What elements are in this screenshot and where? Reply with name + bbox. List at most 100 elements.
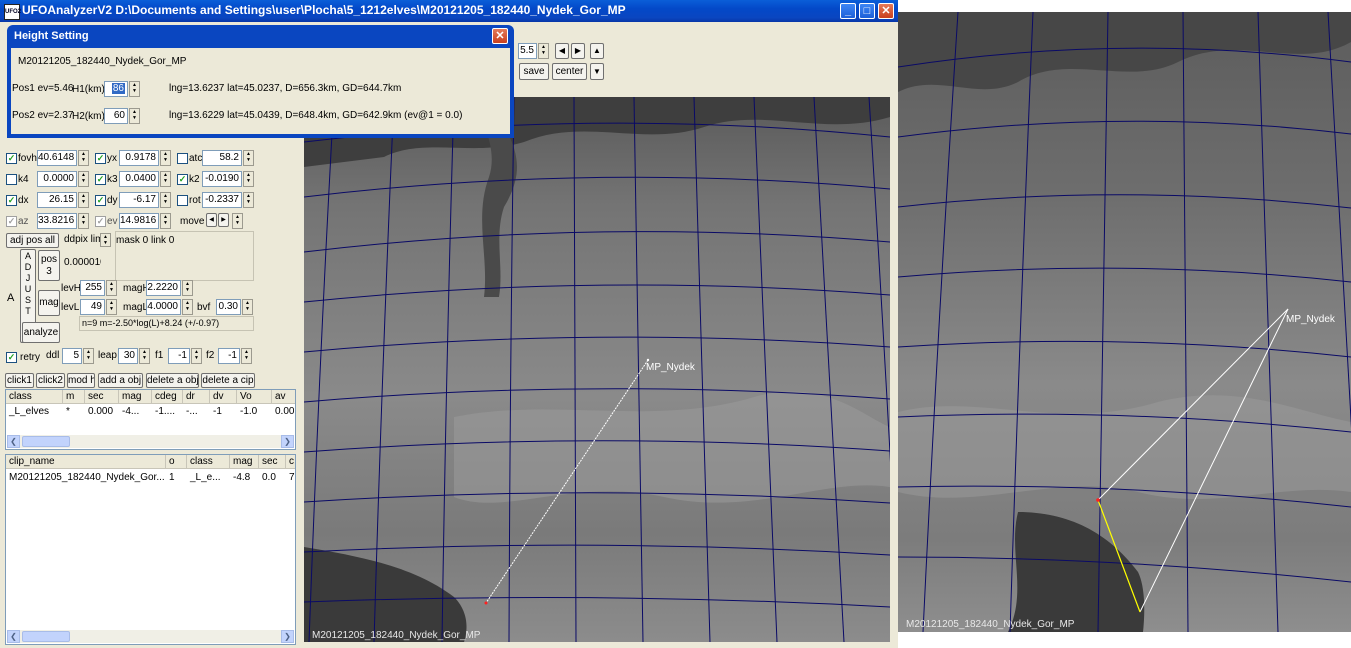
az-spinner[interactable]: ▲ ▼ xyxy=(78,213,89,229)
scroll-right-icon[interactable]: ❯ xyxy=(281,435,294,448)
mag-button[interactable]: mag xyxy=(38,290,60,316)
object-table[interactable]: class m sec mag cdeg dr dv Vo av _L_elve… xyxy=(5,389,296,450)
adj-pos-all-button[interactable]: adj pos all xyxy=(6,233,59,248)
scroll-thumb[interactable] xyxy=(22,436,70,447)
leap-spinner[interactable]: ▲ ▼ xyxy=(139,348,150,364)
sky-view-map[interactable]: MP_Nydek M20121205_182440_Nydek_Gor_MP xyxy=(304,97,890,642)
bvf-spinner[interactable]: ▲ ▼ xyxy=(242,299,253,315)
dy-spinner[interactable]: ▲ ▼ xyxy=(160,192,171,208)
levl-spinner[interactable]: ▲ ▼ xyxy=(106,299,117,315)
horizontal-scrollbar[interactable]: ❮ ❯ xyxy=(7,435,294,448)
atc-checkbox[interactable] xyxy=(177,153,188,164)
horizontal-scrollbar[interactable]: ❮ ❯ xyxy=(7,630,294,643)
levh-spinner[interactable]: ▲ ▼ xyxy=(106,280,117,296)
column-header[interactable]: sec xyxy=(85,390,119,404)
zoomed-sky-map[interactable]: MP_Nydek M20121205_182440_Nydek_Gor_MP xyxy=(898,12,1351,632)
ddpix-spinner[interactable]: ▲ ▼ xyxy=(100,233,111,247)
yx-input[interactable]: 0.9178 xyxy=(119,150,159,166)
column-header[interactable]: clip_name xyxy=(6,455,166,469)
rot-spinner[interactable]: ▲ ▼ xyxy=(243,192,254,208)
dy-checkbox[interactable]: ✓ xyxy=(95,195,106,206)
column-header[interactable]: Vo xyxy=(237,390,272,404)
column-header[interactable]: o xyxy=(166,455,187,469)
click2-button[interactable]: click2 xyxy=(36,373,65,388)
table-row[interactable]: M20121205_182440_Nydek_Gor... 1 _L_e... … xyxy=(6,471,295,484)
delete-obj-button[interactable]: delete a obj xyxy=(146,373,199,388)
dialog-close-button[interactable]: ✕ xyxy=(492,28,508,44)
column-header[interactable]: m xyxy=(63,390,85,404)
atc-spinner[interactable]: ▲ ▼ xyxy=(243,150,254,166)
k2-input[interactable]: -0.0190 xyxy=(202,171,242,187)
h1-spinner[interactable]: ▲ ▼ xyxy=(129,81,140,97)
column-header[interactable]: dr xyxy=(183,390,210,404)
down-button[interactable]: ▼ xyxy=(590,63,604,80)
clip-table[interactable]: clip_name o class mag sec c M20121205_18… xyxy=(5,454,296,645)
maximize-button[interactable]: □ xyxy=(859,3,875,19)
atc-input[interactable]: 58.2 xyxy=(202,150,242,166)
scroll-left-icon[interactable]: ❮ xyxy=(7,630,20,643)
prev-button[interactable]: ◀ xyxy=(555,43,569,59)
magl-spinner[interactable]: ▲ ▼ xyxy=(182,299,193,315)
scroll-thumb[interactable] xyxy=(22,631,70,642)
levl-input[interactable]: 49 xyxy=(80,299,105,315)
column-header[interactable]: mag xyxy=(230,455,259,469)
az-input[interactable]: 33.8216 xyxy=(37,213,77,229)
h2-spinner[interactable]: ▲ ▼ xyxy=(129,108,140,124)
yx-spinner[interactable]: ▲ ▼ xyxy=(160,150,171,166)
k3-input[interactable]: 0.0400 xyxy=(119,171,159,187)
minimize-button[interactable]: _ xyxy=(840,3,856,19)
ev-spinner[interactable]: ▲ ▼ xyxy=(160,213,171,229)
ev-input[interactable]: 14.9816 xyxy=(119,213,159,229)
k3-checkbox[interactable]: ✓ xyxy=(95,174,106,185)
delete-clip-button[interactable]: delete a cip xyxy=(201,373,255,388)
dx-checkbox[interactable]: ✓ xyxy=(6,195,17,206)
column-header[interactable]: class xyxy=(6,390,63,404)
fovh-checkbox[interactable]: ✓ xyxy=(6,153,17,164)
k4-checkbox[interactable] xyxy=(6,174,17,185)
fovh-input[interactable]: 40.6148 xyxy=(37,150,77,166)
scroll-left-icon[interactable]: ❮ xyxy=(7,435,20,448)
save-button[interactable]: save xyxy=(519,63,549,80)
bvf-input[interactable]: 0.30 xyxy=(216,299,241,315)
column-header[interactable]: av xyxy=(272,390,295,404)
move-spinner[interactable]: ▲ ▼ xyxy=(232,213,243,229)
dx-spinner[interactable]: ▲ ▼ xyxy=(78,192,89,208)
scroll-right-icon[interactable]: ❯ xyxy=(281,630,294,643)
title-bar[interactable]: UFO2 UFOAnalyzerV2 D:\Documents and Sett… xyxy=(0,0,898,22)
ddl-spinner[interactable]: ▲ ▼ xyxy=(83,348,94,364)
ev-checkbox[interactable]: ✓ xyxy=(95,216,106,227)
analyze-button[interactable]: analyze xyxy=(22,322,60,343)
f1-spinner[interactable]: ▲ ▼ xyxy=(191,348,202,364)
f1-input[interactable]: -1 xyxy=(168,348,190,364)
k4-spinner[interactable]: ▲ ▼ xyxy=(78,171,89,187)
zoom-input[interactable]: 5.5 xyxy=(518,43,537,59)
mod-h-button[interactable]: mod h xyxy=(67,373,95,388)
move-left-button[interactable]: ◀ xyxy=(206,213,217,227)
column-header[interactable]: class xyxy=(187,455,230,469)
zoom-spinner[interactable]: ▲ ▼ xyxy=(538,43,549,59)
k2-spinner[interactable]: ▲ ▼ xyxy=(243,171,254,187)
k4-input[interactable]: 0.0000 xyxy=(37,171,77,187)
add-obj-button[interactable]: add a obj xyxy=(98,373,143,388)
next-button[interactable]: ▶ xyxy=(571,43,585,59)
fovh-spinner[interactable]: ▲ ▼ xyxy=(78,150,89,166)
yx-checkbox[interactable]: ✓ xyxy=(95,153,106,164)
column-header[interactable]: c xyxy=(286,455,295,469)
retry-checkbox[interactable]: ✓ xyxy=(6,352,17,363)
dx-input[interactable]: 26.15 xyxy=(37,192,77,208)
move-right-button[interactable]: ▶ xyxy=(218,213,229,227)
az-checkbox[interactable]: ✓ xyxy=(6,216,17,227)
magh-spinner[interactable]: ▲ ▼ xyxy=(182,280,193,296)
f2-spinner[interactable]: ▲ ▼ xyxy=(241,348,252,364)
column-header[interactable]: sec xyxy=(259,455,286,469)
table-row[interactable]: _L_elves * 0.000 -4... -1.... -... -1 -1… xyxy=(6,405,295,418)
dy-input[interactable]: -6.17 xyxy=(119,192,159,208)
ddl-input[interactable]: 5 xyxy=(62,348,82,364)
pos-button[interactable]: pos 3 xyxy=(38,250,60,281)
f2-input[interactable]: -1 xyxy=(218,348,240,364)
ddpix-value[interactable]: 0.000010 xyxy=(64,257,101,268)
k3-spinner[interactable]: ▲ ▼ xyxy=(160,171,171,187)
rot-input[interactable]: -0.2337 xyxy=(202,192,242,208)
click1-button[interactable]: click1 xyxy=(5,373,34,388)
leap-input[interactable]: 30 xyxy=(118,348,138,364)
